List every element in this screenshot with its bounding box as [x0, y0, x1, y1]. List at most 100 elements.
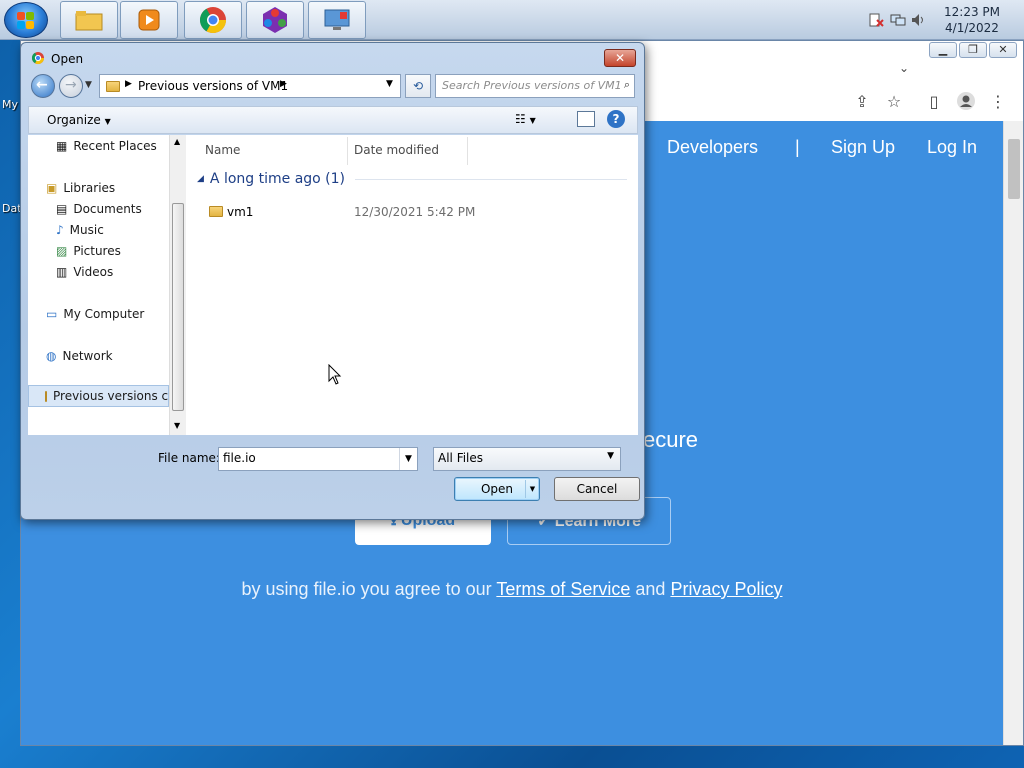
nav-separator: | — [795, 137, 800, 157]
nav-pictures[interactable]: ▨ Pictures — [56, 244, 121, 258]
file-name-value: file.io — [223, 451, 256, 465]
minimize-button[interactable]: ▁ — [929, 42, 957, 58]
nav-pane-scrollbar[interactable]: ▲ ▼ — [169, 135, 186, 435]
group-collapse-icon[interactable]: ◢ — [197, 174, 204, 184]
restore-icon: ❐ — [968, 43, 978, 56]
refresh-icon: ⟲ — [412, 79, 424, 93]
nav-item-label: Pictures — [73, 244, 121, 258]
scrollbar-thumb[interactable] — [1008, 139, 1020, 199]
folder-icon — [45, 390, 47, 402]
terms-agreement: by using file.io you agree to our Terms … — [21, 579, 1003, 600]
action-center-icon[interactable] — [868, 12, 884, 31]
group-divider — [355, 178, 627, 180]
page-scrollbar[interactable] — [1003, 121, 1023, 745]
address-dropdown-icon[interactable]: ▼ — [386, 79, 393, 89]
search-placeholder: Search Previous versions of VM1 — [442, 79, 622, 92]
remote-desktop-icon — [324, 9, 350, 30]
taskbar-file-explorer[interactable] — [60, 1, 118, 39]
scroll-up-icon[interactable]: ▲ — [174, 137, 180, 146]
scroll-down-icon[interactable]: ▼ — [174, 421, 180, 430]
open-button[interactable]: Open ▼ — [454, 477, 540, 501]
taskbar-media-player[interactable] — [120, 1, 178, 39]
taskbar-app-colorful[interactable] — [246, 1, 304, 39]
breadcrumb-chevron-icon[interactable]: ▶ — [280, 79, 287, 89]
nav-previous-versions[interactable]: Previous versions c — [28, 385, 169, 407]
help-icon[interactable]: ? — [607, 110, 625, 128]
nav-music[interactable]: ♪ Music — [56, 223, 104, 237]
organize-label: Organize — [47, 113, 101, 127]
group-label: A long time ago (1) — [209, 171, 346, 187]
privacy-link[interactable]: Privacy Policy — [670, 579, 782, 599]
forward-button[interactable]: → — [59, 74, 83, 98]
taskbar-chrome[interactable] — [184, 1, 242, 39]
tab-list-chevron-icon[interactable]: ⌄ — [893, 57, 915, 79]
agree-and: and — [630, 579, 671, 599]
menu-kebab-icon[interactable]: ⋮ — [987, 91, 1009, 113]
nav-videos[interactable]: ▥ Videos — [56, 265, 113, 279]
preview-pane-icon[interactable] — [577, 111, 595, 127]
back-arrow-icon: ← — [36, 77, 48, 93]
restore-button[interactable]: ❐ — [959, 42, 987, 58]
file-type-value: All Files — [438, 451, 484, 465]
cancel-button[interactable]: Cancel — [554, 477, 640, 501]
terms-link[interactable]: Terms of Service — [496, 579, 630, 599]
nav-item-label: Libraries — [63, 181, 116, 195]
desktop-label[interactable]: My — [2, 98, 18, 111]
search-icon: ⌕ — [623, 78, 630, 91]
recent-pages-chevron-icon[interactable]: ▼ — [85, 80, 92, 90]
search-input[interactable]: Search Previous versions of VM1 ⌕ — [435, 74, 635, 98]
chevron-down-icon: ▼ — [104, 117, 111, 126]
nav-libraries[interactable]: ▣ Libraries — [46, 181, 115, 195]
nav-network[interactable]: ◍ Network — [46, 349, 113, 363]
breadcrumb-chevron-icon[interactable]: ▶ — [125, 79, 132, 89]
file-type-select[interactable]: All Files ▼ — [433, 447, 621, 471]
folder-icon — [106, 81, 120, 92]
nav-item-label: Documents — [73, 202, 142, 216]
back-button[interactable]: ← — [31, 74, 55, 98]
volume-icon[interactable] — [910, 12, 926, 31]
clock[interactable]: 12:23 PM 4/1/2022 — [944, 4, 1000, 36]
start-button[interactable] — [4, 2, 48, 38]
column-header-date-modified[interactable]: Date modified — [354, 143, 439, 157]
folder-icon — [209, 206, 223, 217]
nav-recent-places[interactable]: ▦ Recent Places — [56, 139, 157, 153]
share-icon[interactable]: ⇪ — [851, 91, 873, 113]
network-icon[interactable] — [890, 12, 906, 31]
nav-signup-link[interactable]: Sign Up — [831, 137, 895, 158]
nav-item-label: Recent Places — [73, 139, 157, 153]
videos-icon: ▥ — [56, 265, 68, 279]
view-options-icon[interactable]: ☷ ▼ — [515, 112, 536, 126]
file-name-label: File name: — [158, 451, 220, 465]
bookmark-star-icon[interactable]: ☆ — [883, 91, 905, 113]
address-segment[interactable]: Previous versions of VM1 — [138, 79, 288, 93]
pictures-icon: ▨ — [56, 244, 68, 258]
media-player-icon — [138, 9, 160, 31]
profile-avatar-icon[interactable] — [955, 91, 977, 113]
organize-menu[interactable]: Organize ▼ — [47, 113, 111, 127]
address-bar[interactable]: ▶ Previous versions of VM1 ▶ ▼ — [99, 74, 401, 98]
chrome-small-icon — [31, 51, 45, 68]
nav-my-computer[interactable]: ▭ My Computer — [46, 307, 144, 321]
recent-places-icon: ▦ — [56, 139, 68, 153]
file-name-input[interactable]: file.io ▼ — [218, 447, 418, 471]
close-window-button[interactable]: ✕ — [989, 42, 1017, 58]
nav-login-link[interactable]: Log In — [927, 137, 977, 158]
chrome-icon — [199, 7, 227, 34]
open-options-dropdown-icon[interactable]: ▼ — [525, 480, 539, 498]
scrollbar-thumb[interactable] — [172, 203, 184, 411]
clock-date: 4/1/2022 — [945, 21, 999, 35]
desktop-label[interactable]: Dat — [2, 202, 22, 215]
refresh-button[interactable]: ⟲ — [405, 74, 431, 98]
nav-documents[interactable]: ▤ Documents — [56, 202, 142, 216]
taskbar: 12:23 PM 4/1/2022 — [0, 0, 1024, 40]
taskbar-remote-desktop[interactable] — [308, 1, 366, 39]
nav-item-label: Videos — [73, 265, 114, 279]
command-bar: Organize ▼ ☷ ▼ ? — [28, 106, 638, 134]
group-header[interactable]: ◢ A long time ago (1) — [197, 171, 627, 187]
file-row[interactable]: vm1 12/30/2021 5:42 PM — [205, 201, 625, 223]
column-header-name[interactable]: Name — [205, 143, 240, 157]
dialog-close-button[interactable]: ✕ — [604, 49, 636, 67]
file-name-history-dropdown-icon[interactable]: ▼ — [399, 448, 417, 470]
side-panel-icon[interactable]: ▯ — [923, 91, 945, 113]
nav-developers-link[interactable]: Developers — [667, 137, 758, 158]
